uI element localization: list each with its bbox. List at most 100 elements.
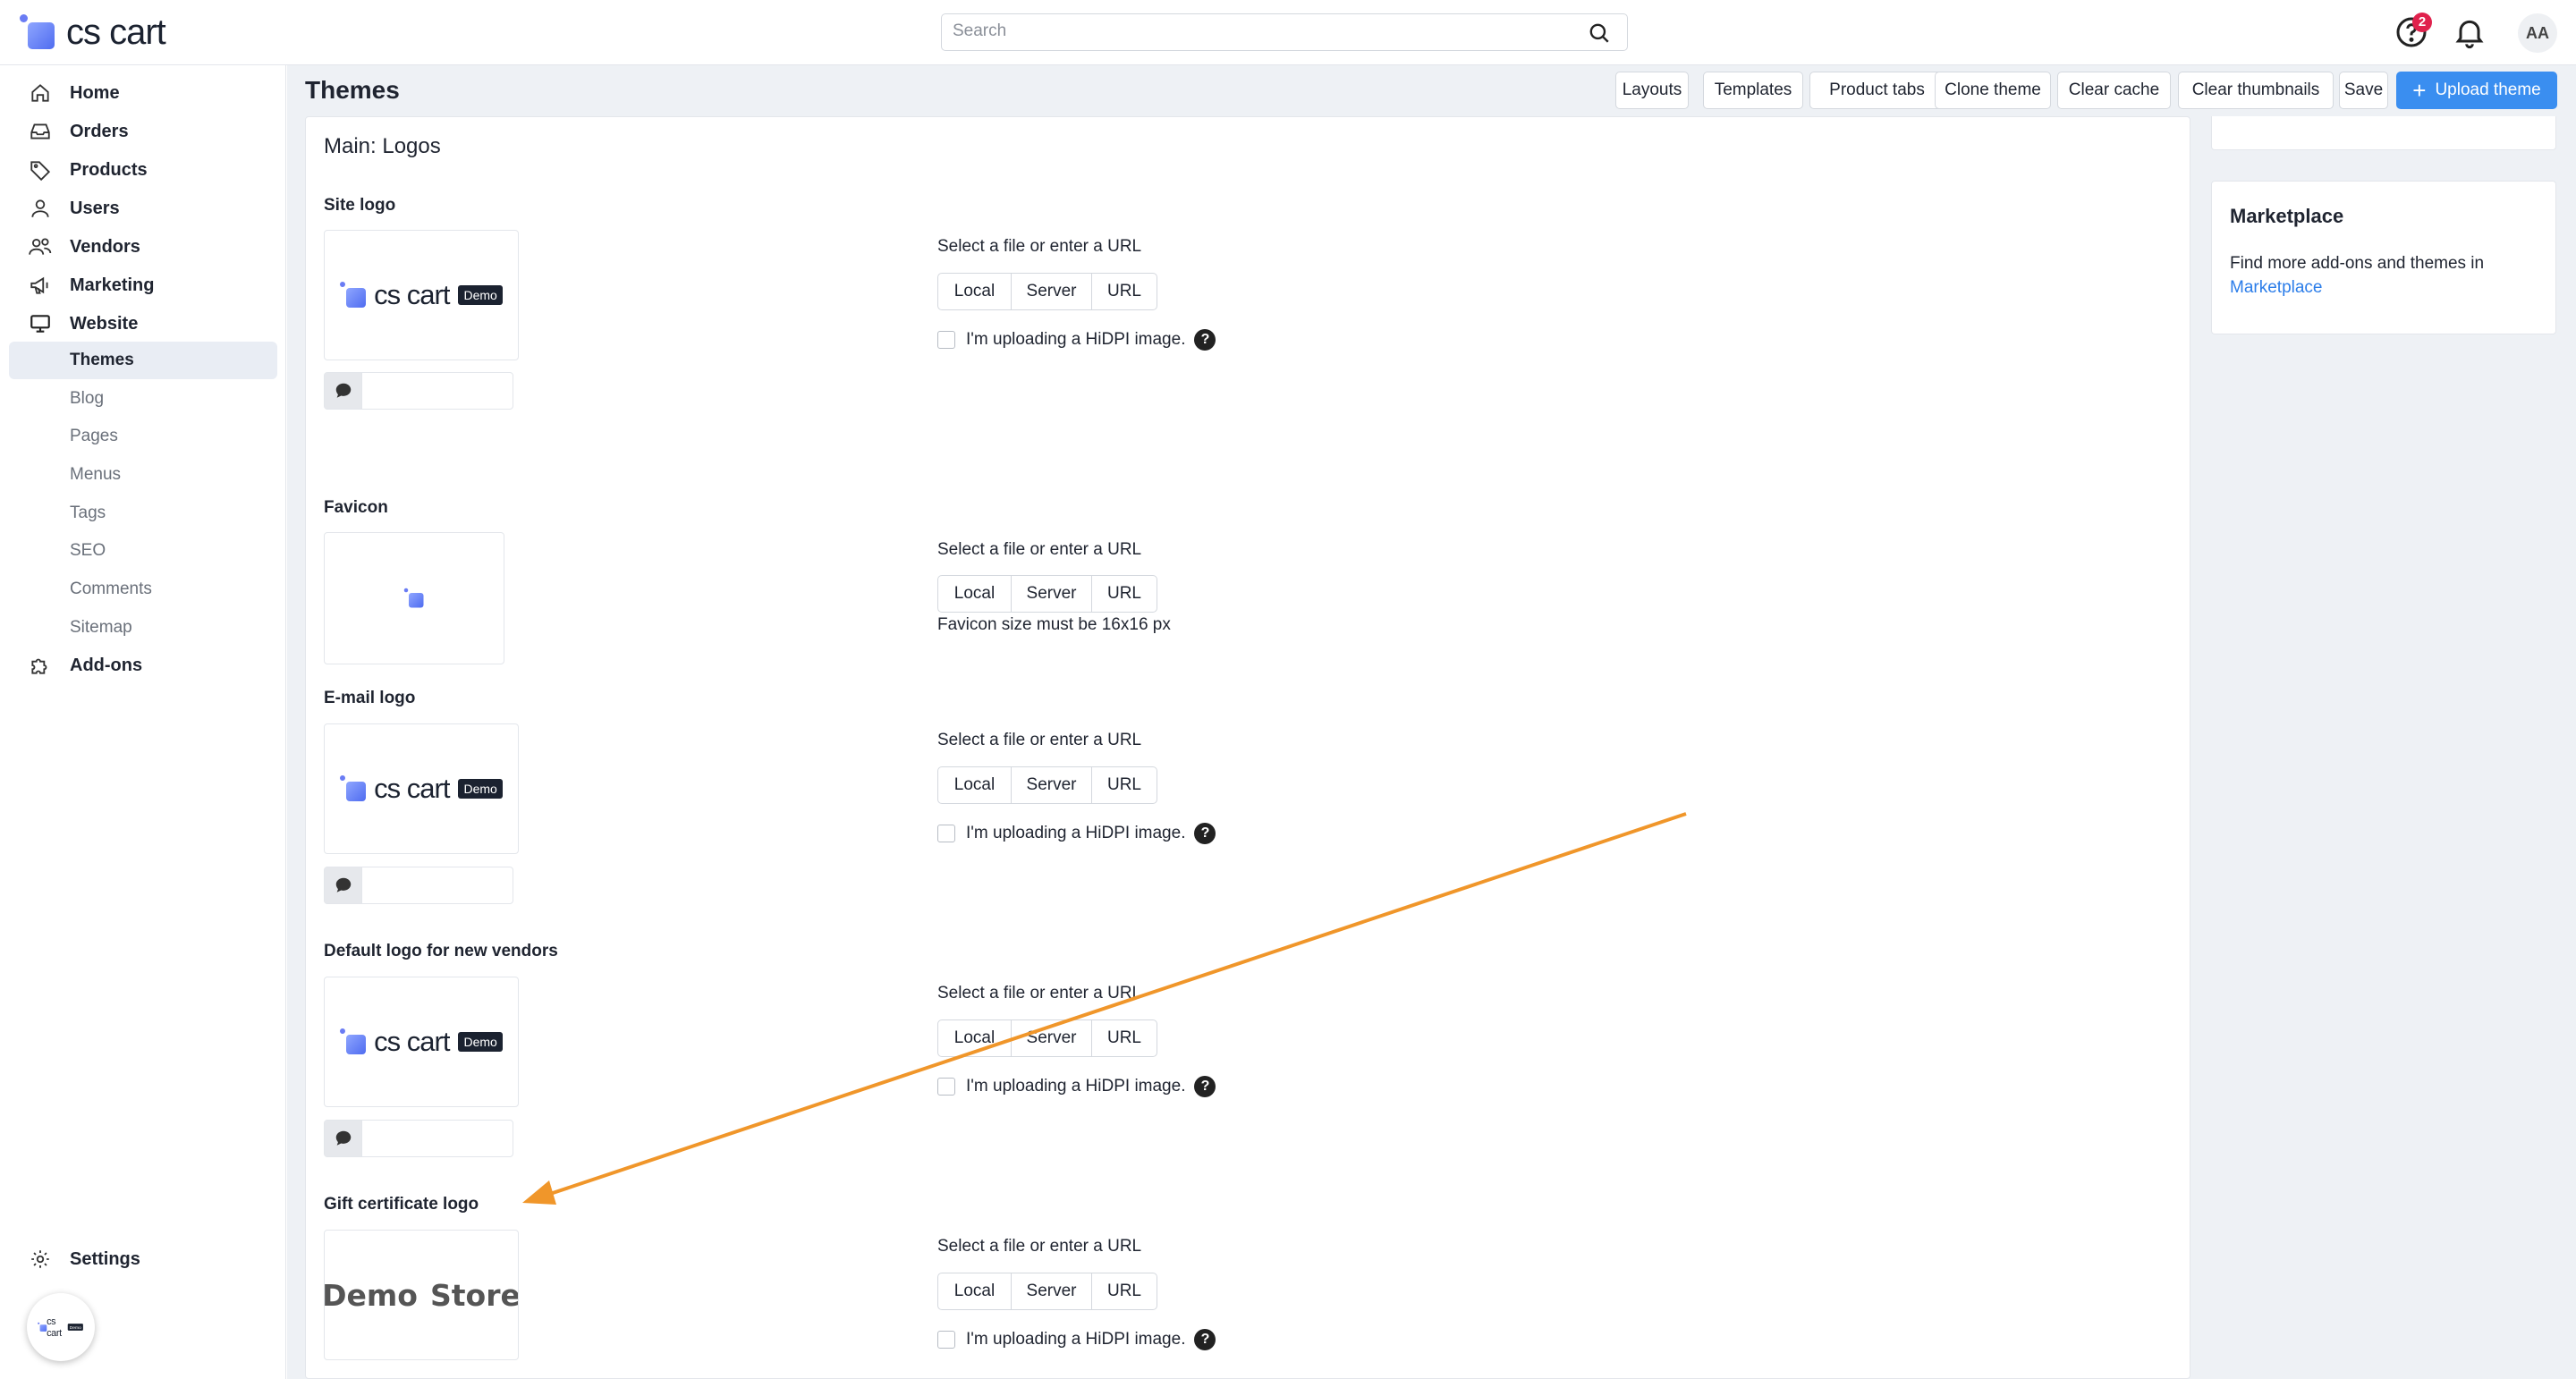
vendor-logo-hidpi-row: I'm uploading a HiDPI image. ?	[937, 1075, 1216, 1098]
storefront-switcher[interactable]: cs cart Demo	[27, 1293, 95, 1361]
sidebar-subitem-tags[interactable]: Tags	[9, 495, 277, 532]
sidebar-subitem-label: Pages	[70, 427, 118, 445]
local-option[interactable]: Local	[938, 576, 1012, 612]
save-button[interactable]: Save	[2339, 72, 2388, 109]
sidebar-subitem-themes[interactable]: Themes	[9, 342, 277, 379]
cs-cart-logo-image: cs cart Demo	[340, 773, 503, 805]
product-tabs-button[interactable]: Product tabs	[1809, 72, 1945, 109]
cs-cart-logo-icon: cs cart Demo	[38, 1316, 84, 1338]
search-icon[interactable]	[1588, 21, 1611, 45]
marketplace-panel: Marketplace Find more add-ons and themes…	[2211, 181, 2556, 334]
clear-thumbnails-button[interactable]: Clear thumbnails	[2178, 72, 2334, 109]
local-option[interactable]: Local	[938, 767, 1012, 803]
page-title: Themes	[305, 76, 400, 104]
server-option[interactable]: Server	[1012, 1020, 1092, 1056]
search-input[interactable]	[951, 14, 1577, 48]
sidebar-item-settings[interactable]: Settings	[9, 1240, 277, 1278]
hidpi-label: I'm uploading a HiDPI image.	[966, 1330, 1186, 1349]
sidebar-item-label: Settings	[70, 1248, 140, 1269]
sidebar-item-label: Orders	[70, 121, 129, 141]
site-logo-label: Site logo	[324, 196, 396, 215]
email-logo-select-label: Select a file or enter a URL	[937, 731, 1142, 749]
speech-bubble-icon	[325, 867, 362, 903]
logos-panel	[305, 116, 2190, 1379]
marketplace-link[interactable]: Marketplace	[2230, 278, 2323, 297]
sidebar-item-users[interactable]: Users	[9, 190, 277, 227]
local-option[interactable]: Local	[938, 274, 1012, 309]
gift-certificate-logo-preview: Demo Store	[324, 1230, 519, 1360]
upload-theme-button[interactable]: + Upload theme	[2396, 72, 2557, 109]
hidpi-label: I'm uploading a HiDPI image.	[966, 824, 1186, 842]
vendor-logo-preview: cs cart Demo	[324, 977, 519, 1107]
sidebar-subitem-pages[interactable]: Pages	[9, 418, 277, 455]
local-option[interactable]: Local	[938, 1020, 1012, 1056]
sidebar-subitem-comments[interactable]: Comments	[9, 571, 277, 608]
site-logo-hidpi-row: I'm uploading a HiDPI image. ?	[937, 328, 1216, 351]
home-icon	[27, 80, 54, 106]
sidebar-subitem-menus[interactable]: Menus	[9, 456, 277, 494]
gift-logo-hidpi-row: I'm uploading a HiDPI image. ?	[937, 1328, 1216, 1351]
server-option[interactable]: Server	[1012, 576, 1092, 612]
local-option[interactable]: Local	[938, 1273, 1012, 1309]
hidpi-checkbox[interactable]	[937, 825, 955, 842]
url-option[interactable]: URL	[1092, 767, 1157, 803]
site-logo-alt-text[interactable]	[324, 372, 513, 410]
sidebar-item-vendors[interactable]: Vendors	[9, 228, 277, 266]
megaphone-icon	[27, 272, 54, 299]
help-icon[interactable]: ?	[1194, 329, 1216, 351]
server-option[interactable]: Server	[1012, 274, 1092, 309]
sidebar-subitem-label: Themes	[70, 351, 134, 369]
sidebar-item-label: Marketing	[70, 275, 155, 295]
sidebar-item-label: Products	[70, 159, 148, 180]
top-bar: cs cart 2 AA	[0, 0, 2576, 65]
hidpi-checkbox[interactable]	[937, 1331, 955, 1349]
search-box	[941, 13, 1628, 51]
url-option[interactable]: URL	[1092, 576, 1157, 612]
monitor-icon	[27, 310, 54, 337]
cs-cart-logo-icon	[20, 13, 59, 52]
hidpi-checkbox[interactable]	[937, 331, 955, 349]
vendor-logo-label: Default logo for new vendors	[324, 942, 558, 960]
help-icon[interactable]: ?	[1194, 1076, 1216, 1097]
server-option[interactable]: Server	[1012, 767, 1092, 803]
sidebar-item-products[interactable]: Products	[9, 151, 277, 189]
sidebar-subitem-seo[interactable]: SEO	[9, 532, 277, 570]
cs-cart-logo-image: cs cart Demo	[340, 279, 503, 311]
sidebar-item-label: Website	[70, 313, 139, 334]
clone-theme-button[interactable]: Clone theme	[1935, 72, 2051, 109]
vendor-logo-alt-text[interactable]	[324, 1120, 513, 1157]
email-logo-preview: cs cart Demo	[324, 723, 519, 854]
vendor-logo-select-label: Select a file or enter a URL	[937, 984, 1142, 1003]
inbox-icon	[27, 118, 54, 145]
url-option[interactable]: URL	[1092, 274, 1157, 309]
help-icon[interactable]: ?	[1194, 1329, 1216, 1350]
help-icon[interactable]: ?	[1194, 823, 1216, 844]
server-option[interactable]: Server	[1012, 1273, 1092, 1309]
speech-bubble-icon	[325, 1121, 362, 1156]
sidebar-subitem-label: SEO	[70, 541, 106, 560]
sidebar-item-home[interactable]: Home	[9, 74, 277, 112]
sidebar-item-marketing[interactable]: Marketing	[9, 266, 277, 304]
upload-theme-label: Upload theme	[2435, 80, 2541, 99]
layouts-button[interactable]: Layouts	[1615, 72, 1689, 109]
sidebar-item-website[interactable]: Website	[9, 305, 277, 343]
hidpi-checkbox[interactable]	[937, 1078, 955, 1096]
sidebar-item-addons[interactable]: Add-ons	[9, 647, 277, 684]
sidebar-item-orders[interactable]: Orders	[9, 113, 277, 150]
templates-button[interactable]: Templates	[1703, 72, 1803, 109]
clear-cache-button[interactable]: Clear cache	[2057, 72, 2171, 109]
brand-name: cs cart	[66, 12, 166, 52]
gift-logo-source-selector: Local Server URL	[937, 1273, 1157, 1310]
brand-logo[interactable]: cs cart	[20, 12, 166, 52]
sidebar-subitem-label: Sitemap	[70, 618, 132, 637]
user-icon	[27, 195, 54, 222]
site-logo-preview: cs cart Demo	[324, 230, 519, 360]
url-option[interactable]: URL	[1092, 1273, 1157, 1309]
avatar[interactable]: AA	[2518, 13, 2557, 53]
bell-icon[interactable]	[2452, 14, 2487, 50]
url-option[interactable]: URL	[1092, 1020, 1157, 1056]
email-logo-alt-text[interactable]	[324, 867, 513, 904]
sidebar-subitem-sitemap[interactable]: Sitemap	[9, 609, 277, 647]
sidebar-subitem-blog[interactable]: Blog	[9, 380, 277, 418]
sidebar-item-label: Users	[70, 198, 120, 218]
